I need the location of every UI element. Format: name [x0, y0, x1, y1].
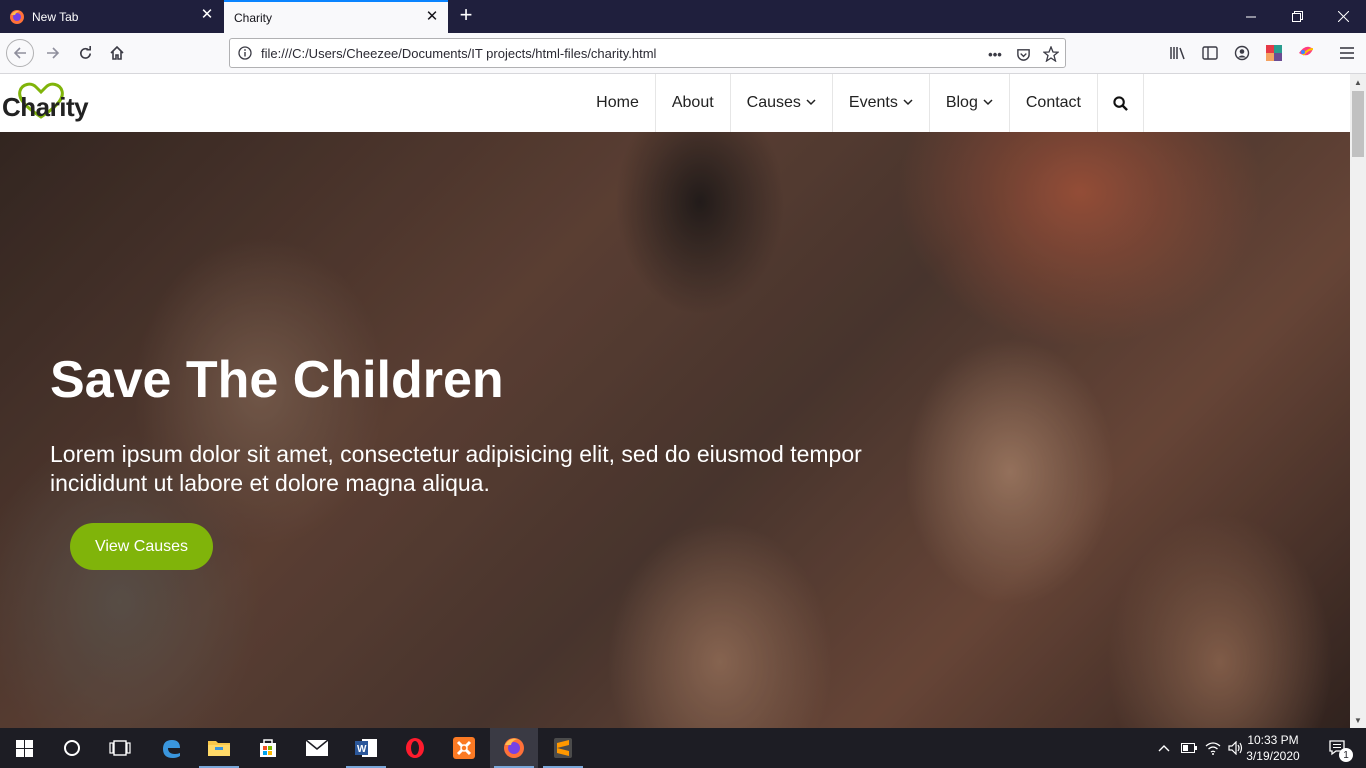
- clock-time: 10:33 PM: [1247, 733, 1299, 747]
- menu-item-blog[interactable]: Blog: [930, 74, 1010, 132]
- menu-item-label: Events: [848, 94, 898, 111]
- battery-icon[interactable]: [1180, 728, 1198, 768]
- forward-button[interactable]: [39, 39, 67, 67]
- tab-new-tab[interactable]: New Tab ✕: [0, 0, 223, 33]
- store-icon[interactable]: [244, 728, 292, 768]
- menu-item-home[interactable]: Home: [580, 74, 656, 132]
- new-tab-button[interactable]: +: [456, 4, 476, 26]
- chevron-down-icon: [903, 98, 913, 109]
- library-icon[interactable]: [1168, 43, 1188, 63]
- sidebar-icon[interactable]: [1200, 43, 1220, 63]
- hero-section: Save The Children Lorem ipsum dolor sit …: [0, 132, 1350, 728]
- scroll-down-icon[interactable]: ▼: [1350, 712, 1366, 728]
- notification-center-button[interactable]: 1: [1318, 728, 1358, 768]
- browser-toolbar: file:///C:/Users/Cheezee/Documents/IT pr…: [0, 33, 1366, 74]
- start-icon[interactable]: [0, 728, 48, 768]
- menu-item-label: Causes: [746, 94, 801, 111]
- chevron-down-icon: [983, 98, 993, 109]
- file-explorer-icon[interactable]: [195, 728, 243, 768]
- menu-item-about[interactable]: About: [656, 74, 731, 132]
- info-icon[interactable]: [238, 46, 252, 60]
- svg-text:W: W: [357, 744, 367, 755]
- page-actions-icon[interactable]: •••: [986, 45, 1004, 63]
- wifi-icon[interactable]: [1203, 728, 1223, 768]
- search-icon: [1113, 95, 1128, 111]
- url-text[interactable]: file:///C:/Users/Cheezee/Documents/IT pr…: [261, 46, 656, 61]
- tab-label: Charity: [234, 10, 273, 25]
- word-icon[interactable]: W: [342, 728, 390, 768]
- menu-item-label: Home: [596, 94, 639, 111]
- site-logo[interactable]: Charity: [2, 82, 102, 124]
- browser-tab-bar: New Tab ✕ Charity ✕ +: [0, 0, 1366, 33]
- account-icon[interactable]: [1232, 43, 1252, 63]
- hero-background-photo: [0, 132, 1350, 728]
- chevron-up-icon[interactable]: [1156, 728, 1172, 768]
- bookmark-star-icon[interactable]: [1042, 45, 1060, 63]
- menu-item-label: Blog: [945, 94, 978, 111]
- search-button[interactable]: [1098, 74, 1144, 132]
- main-menu: Home About Causes Events Blog Contact: [580, 74, 1144, 132]
- pocket-icon[interactable]: [1014, 45, 1032, 63]
- restore-button[interactable]: [1274, 0, 1320, 33]
- menu-item-events[interactable]: Events: [833, 74, 930, 132]
- firefox-icon: [9, 9, 25, 25]
- windows-taskbar: W 10:33 PM 3/19/2020 1: [0, 728, 1366, 768]
- back-button[interactable]: [6, 39, 34, 67]
- system-clock[interactable]: 10:33 PM 3/19/2020: [1240, 732, 1306, 764]
- logo-text: Charity: [2, 92, 89, 122]
- menu-item-label: About: [671, 94, 714, 111]
- edge-icon[interactable]: [147, 728, 195, 768]
- menu-item-contact[interactable]: Contact: [1010, 74, 1098, 132]
- scroll-up-icon[interactable]: ▲: [1350, 74, 1366, 90]
- hero-title: Save The Children: [50, 351, 504, 409]
- scroll-thumb[interactable]: [1352, 91, 1364, 157]
- clock-date: 3/19/2020: [1246, 749, 1300, 763]
- menu-item-causes[interactable]: Causes: [731, 74, 833, 132]
- tab-label: New Tab: [32, 9, 79, 24]
- address-bar[interactable]: file:///C:/Users/Cheezee/Documents/IT pr…: [229, 38, 1066, 68]
- mail-icon[interactable]: [293, 728, 341, 768]
- menu-item-label: Contact: [1025, 94, 1081, 111]
- color-extension-icon[interactable]: [1264, 43, 1284, 63]
- sublime-icon[interactable]: [539, 728, 587, 768]
- view-causes-button[interactable]: View Causes: [70, 523, 213, 570]
- hero-text: Lorem ipsum dolor sit amet, consectetur …: [50, 441, 862, 496]
- close-window-button[interactable]: [1320, 0, 1366, 33]
- tab-charity[interactable]: Charity ✕: [224, 0, 448, 33]
- notification-count-badge: 1: [1339, 748, 1353, 762]
- minimize-button[interactable]: [1228, 0, 1274, 33]
- reload-icon[interactable]: [71, 39, 99, 67]
- firefox-icon[interactable]: [490, 728, 538, 768]
- colorful-extension-icon[interactable]: [1296, 43, 1316, 63]
- close-tab-icon[interactable]: ✕: [200, 7, 214, 22]
- opera-icon[interactable]: [391, 728, 439, 768]
- xampp-icon[interactable]: [440, 728, 488, 768]
- task-view-icon[interactable]: [96, 728, 144, 768]
- web-page: Charity Home About Causes Events Blog Co…: [0, 74, 1350, 728]
- page-scrollbar[interactable]: ▲ ▼: [1350, 74, 1366, 728]
- home-icon[interactable]: [103, 39, 131, 67]
- close-tab-icon[interactable]: ✕: [425, 9, 439, 24]
- menu-icon[interactable]: [1337, 43, 1357, 63]
- site-header: Charity Home About Causes Events Blog Co…: [0, 74, 1350, 132]
- cortana-icon[interactable]: [48, 728, 96, 768]
- chevron-down-icon: [806, 98, 816, 109]
